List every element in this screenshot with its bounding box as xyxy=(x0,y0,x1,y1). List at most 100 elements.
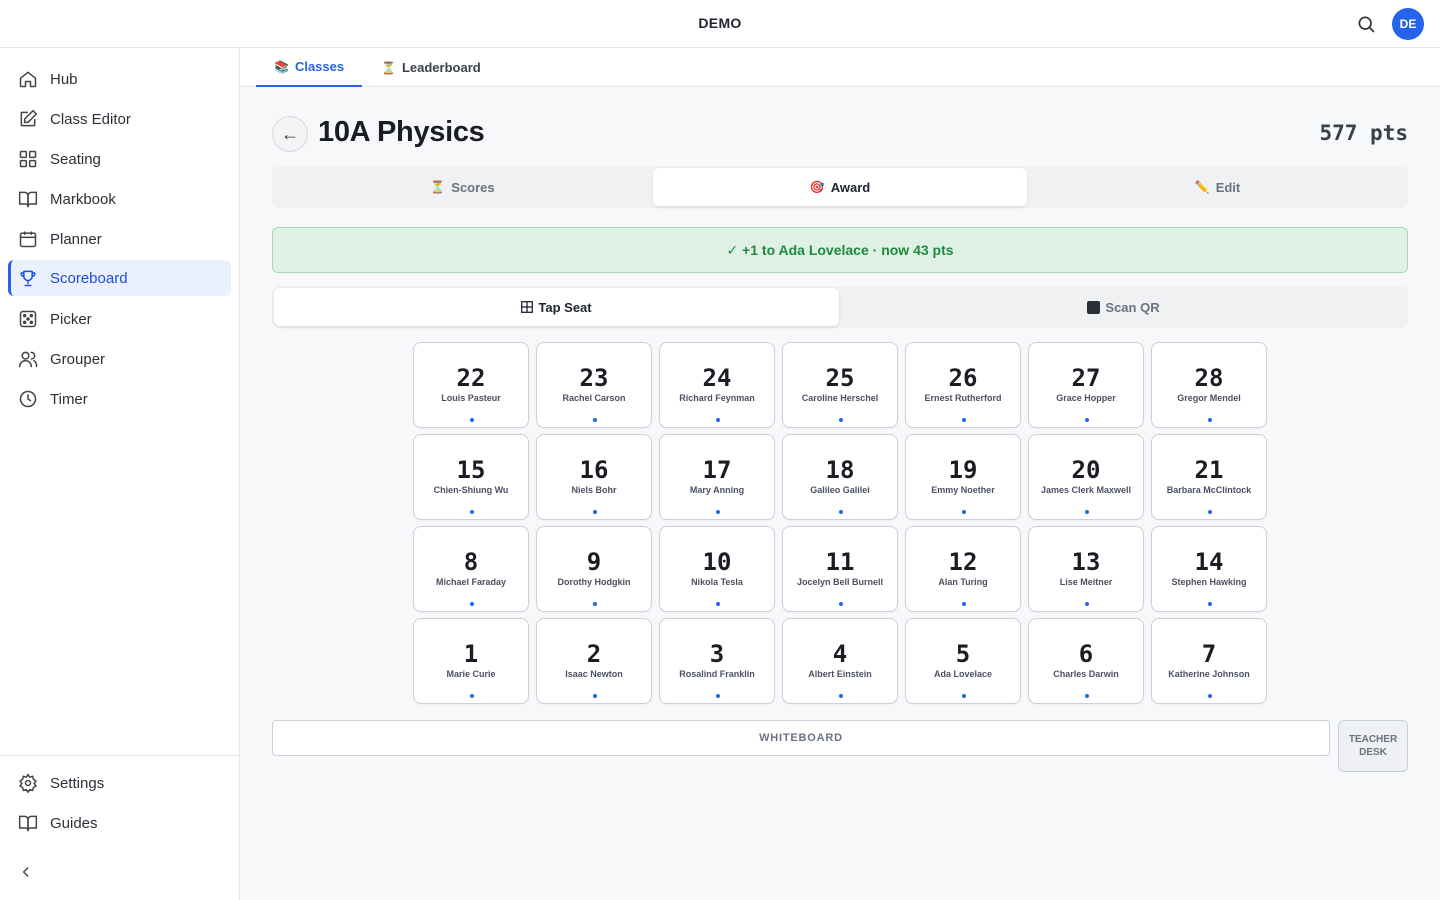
seat-number: 27 xyxy=(1071,364,1101,392)
student-name: Emmy Noether xyxy=(931,485,995,495)
seat-card[interactable]: 22 Louis Pasteur xyxy=(413,342,529,428)
seat-card[interactable]: 1 Marie Curie xyxy=(413,618,529,704)
segment-scores[interactable]: ⏳ Scores xyxy=(274,168,651,206)
seat-number: 5 xyxy=(955,640,971,668)
seat-number: 16 xyxy=(579,456,609,484)
sidebar-item-picker[interactable]: Picker xyxy=(8,301,231,337)
student-name: Isaac Newton xyxy=(565,669,623,679)
seat-card[interactable]: 20 James Clerk Maxwell xyxy=(1028,434,1144,520)
seat-status-dot xyxy=(962,694,966,698)
seat-number: 7 xyxy=(1201,640,1217,668)
seat-card[interactable]: 4 Albert Einstein xyxy=(782,618,898,704)
seat-card[interactable]: 11 Jocelyn Bell Burnell xyxy=(782,526,898,612)
mode-tap-seat[interactable]: Tap Seat xyxy=(274,288,839,326)
seat-card[interactable]: 8 Michael Faraday xyxy=(413,526,529,612)
seat-card[interactable]: 7 Katherine Johnson xyxy=(1151,618,1267,704)
seat-number: 21 xyxy=(1194,456,1224,484)
app-title: DEMO xyxy=(698,15,742,31)
segment-award[interactable]: 🎯 Award xyxy=(653,168,1027,206)
mode-segmented-control: Tap Seat Scan QR xyxy=(272,286,1408,328)
student-name: Grace Hopper xyxy=(1056,393,1116,403)
seat-card[interactable]: 15 Chien-Shiung Wu xyxy=(413,434,529,520)
seat-card[interactable]: 17 Mary Anning xyxy=(659,434,775,520)
seat-status-dot xyxy=(593,418,597,422)
student-name: Galileo Galilei xyxy=(810,485,870,495)
seat-card[interactable]: 9 Dorothy Hodgkin xyxy=(536,526,652,612)
seat-card[interactable]: 19 Emmy Noether xyxy=(905,434,1021,520)
tab-leaderboard[interactable]: ⏳ Leaderboard xyxy=(363,48,499,87)
student-name: Jocelyn Bell Burnell xyxy=(796,577,884,587)
sidebar-item-class-editor[interactable]: Class Editor xyxy=(8,101,231,137)
square-icon xyxy=(1087,300,1101,314)
student-name: Niels Bohr xyxy=(571,485,617,495)
seat-number: 19 xyxy=(948,456,978,484)
seat-number: 6 xyxy=(1078,640,1094,668)
seat-number: 2 xyxy=(586,640,602,668)
seat-card[interactable]: 27 Grace Hopper xyxy=(1028,342,1144,428)
seat-card[interactable]: 13 Lise Meitner xyxy=(1028,526,1144,612)
sidebar: Hub Class Editor Seating Markbook Planne… xyxy=(0,48,240,900)
back-button[interactable]: ← xyxy=(272,116,308,152)
mode-scan-qr[interactable]: Scan QR xyxy=(841,288,1406,326)
success-banner: ✓ +1 to Ada Lovelace · now 43 pts xyxy=(272,227,1408,273)
pencil-icon: ✏️ xyxy=(1194,180,1210,194)
segment-edit[interactable]: ✏️ Edit xyxy=(1029,168,1406,206)
student-name: Katherine Johnson xyxy=(1168,669,1250,679)
student-name: Barbara McClintock xyxy=(1166,485,1252,495)
sidebar-item-grouper[interactable]: Grouper xyxy=(8,341,231,377)
sidebar-item-settings[interactable]: Settings xyxy=(8,765,231,801)
sidebar-item-seating[interactable]: Seating xyxy=(8,141,231,177)
view-segmented-control: ⏳ Scores 🎯 Award ✏️ Edit xyxy=(272,166,1408,208)
student-name: Caroline Herschel xyxy=(801,393,879,403)
sidebar-item-planner[interactable]: Planner xyxy=(8,221,231,257)
seat-status-dot xyxy=(962,418,966,422)
seat-status-dot xyxy=(716,602,720,606)
seat-status-dot xyxy=(470,694,474,698)
collapse-sidebar-button[interactable] xyxy=(16,862,36,882)
sidebar-item-hub[interactable]: Hub xyxy=(8,61,231,97)
seat-card[interactable]: 26 Ernest Rutherford xyxy=(905,342,1021,428)
seat-status-dot xyxy=(839,418,843,422)
top-bar: DEMO DE xyxy=(0,0,1440,48)
seat-card[interactable]: 3 Rosalind Franklin xyxy=(659,618,775,704)
seat-card[interactable]: 25 Caroline Herschel xyxy=(782,342,898,428)
tab-classes[interactable]: 📚 Classes xyxy=(256,48,363,87)
seat-number: 20 xyxy=(1071,456,1101,484)
student-name: Lise Meitner xyxy=(1059,577,1113,587)
sidebar-item-label: Markbook xyxy=(50,190,116,208)
seat-card[interactable]: 23 Rachel Carson xyxy=(536,342,652,428)
search-icon xyxy=(1358,16,1375,33)
student-name: Richard Feynman xyxy=(679,393,755,403)
seat-number: 13 xyxy=(1071,548,1101,576)
seat-status-dot xyxy=(716,694,720,698)
seat-card[interactable]: 5 Ada Lovelace xyxy=(905,618,1021,704)
sidebar-item-scoreboard[interactable]: Scoreboard xyxy=(8,260,231,296)
hourglass-icon: ⏳ xyxy=(430,180,446,194)
avatar[interactable]: DE xyxy=(1392,8,1424,40)
sidebar-divider xyxy=(0,755,239,756)
seat-card[interactable]: 28 Gregor Mendel xyxy=(1151,342,1267,428)
sidebar-item-timer[interactable]: Timer xyxy=(8,381,231,417)
seat-card[interactable]: 21 Barbara McClintock xyxy=(1151,434,1267,520)
seat-number: 10 xyxy=(702,548,732,576)
seat-card[interactable]: 10 Nikola Tesla xyxy=(659,526,775,612)
seat-card[interactable]: 2 Isaac Newton xyxy=(536,618,652,704)
seat-card[interactable]: 24 Richard Feynman xyxy=(659,342,775,428)
search-button[interactable] xyxy=(1352,10,1380,38)
seat-card[interactable]: 12 Alan Turing xyxy=(905,526,1021,612)
student-name: Rosalind Franklin xyxy=(679,669,755,679)
seat-status-dot xyxy=(1208,694,1212,698)
seat-card[interactable]: 6 Charles Darwin xyxy=(1028,618,1144,704)
desk-label-line2: DESK xyxy=(1359,747,1387,758)
seat-card[interactable]: 16 Niels Bohr xyxy=(536,434,652,520)
sidebar-item-label: Planner xyxy=(50,230,102,248)
seat-number: 9 xyxy=(586,548,602,576)
sidebar-item-guides[interactable]: Guides xyxy=(8,805,231,841)
edit-icon xyxy=(18,109,38,129)
seat-status-dot xyxy=(962,510,966,514)
seat-number: 25 xyxy=(825,364,855,392)
seat-number: 26 xyxy=(948,364,978,392)
seat-card[interactable]: 18 Galileo Galilei xyxy=(782,434,898,520)
seat-card[interactable]: 14 Stephen Hawking xyxy=(1151,526,1267,612)
sidebar-item-markbook[interactable]: Markbook xyxy=(8,181,231,217)
